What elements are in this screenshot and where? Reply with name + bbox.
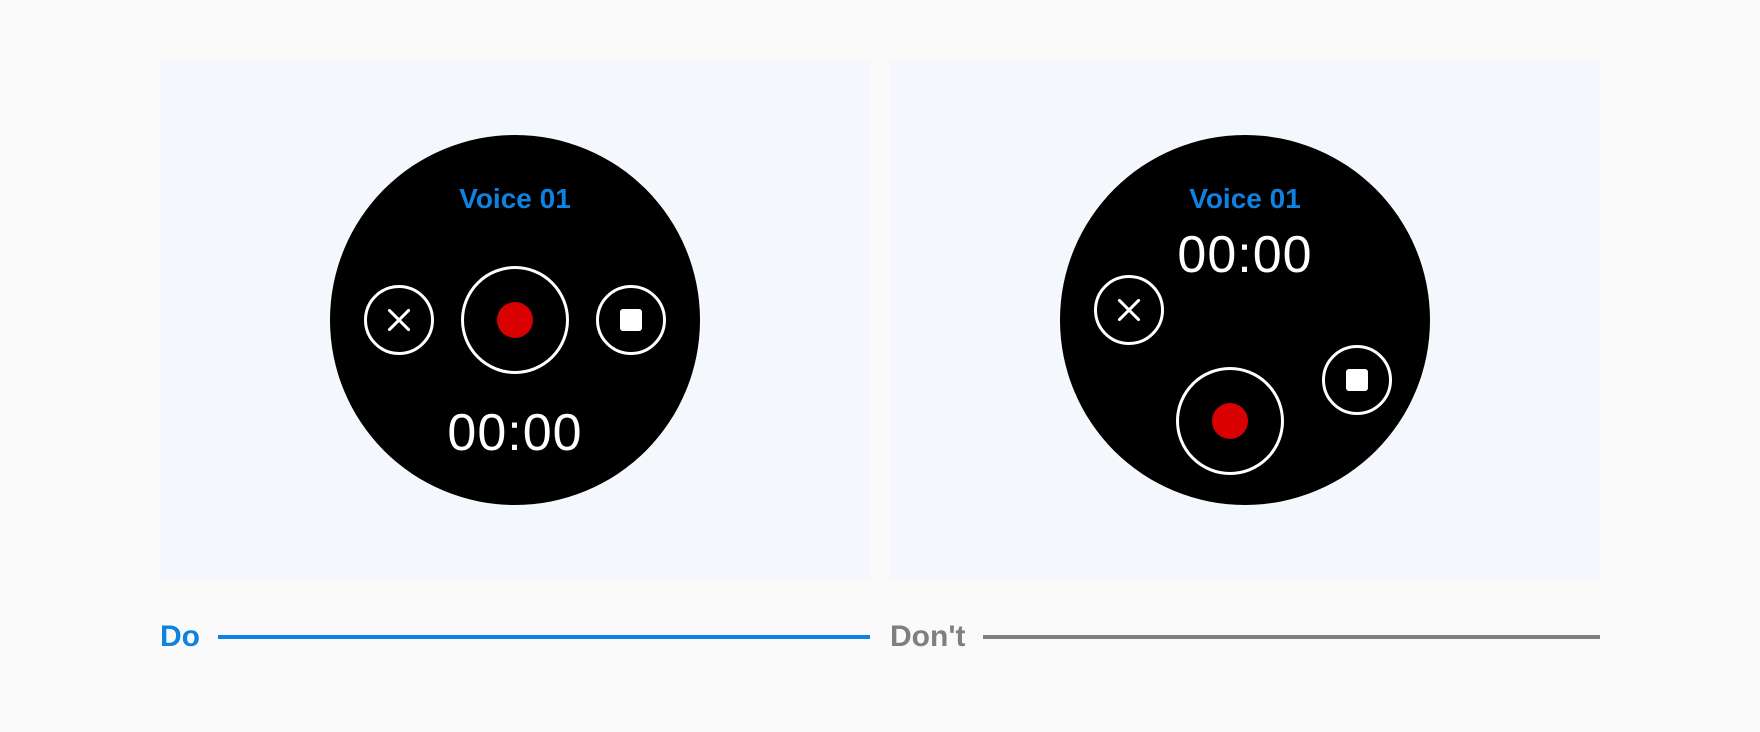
stop-button[interactable] [596,285,666,355]
dont-caption-row: Don't [890,620,1600,654]
dont-caption-underline [983,635,1600,639]
record-icon [1212,403,1248,439]
recording-title: Voice 01 [459,183,571,215]
record-icon [497,302,533,338]
dont-caption-label: Don't [890,620,965,654]
do-caption-row: Do [160,620,870,654]
record-button[interactable] [461,266,569,374]
close-icon [1116,297,1142,323]
do-panel: Voice 01 00:00 Do [160,60,870,654]
do-mock-container: Voice 01 00:00 [160,60,870,580]
dont-panel: Voice 01 00:00 Don't [890,60,1600,654]
close-icon [386,307,412,333]
comparison-panels: Voice 01 00:00 Do Voice 01 00: [0,0,1760,654]
do-caption-label: Do [160,620,200,654]
dont-mock-container: Voice 01 00:00 [890,60,1600,580]
cancel-button[interactable] [364,285,434,355]
record-button[interactable] [1176,367,1284,475]
do-caption-underline [218,635,870,639]
timer-readout: 00:00 [1177,225,1312,285]
watch-face-do: Voice 01 00:00 [330,135,700,505]
timer-readout: 00:00 [447,403,582,463]
stop-icon [620,309,642,331]
watch-face-dont: Voice 01 00:00 [1060,135,1430,505]
stop-icon [1346,369,1368,391]
stop-button[interactable] [1322,345,1392,415]
recording-title: Voice 01 [1189,183,1301,215]
cancel-button[interactable] [1094,275,1164,345]
